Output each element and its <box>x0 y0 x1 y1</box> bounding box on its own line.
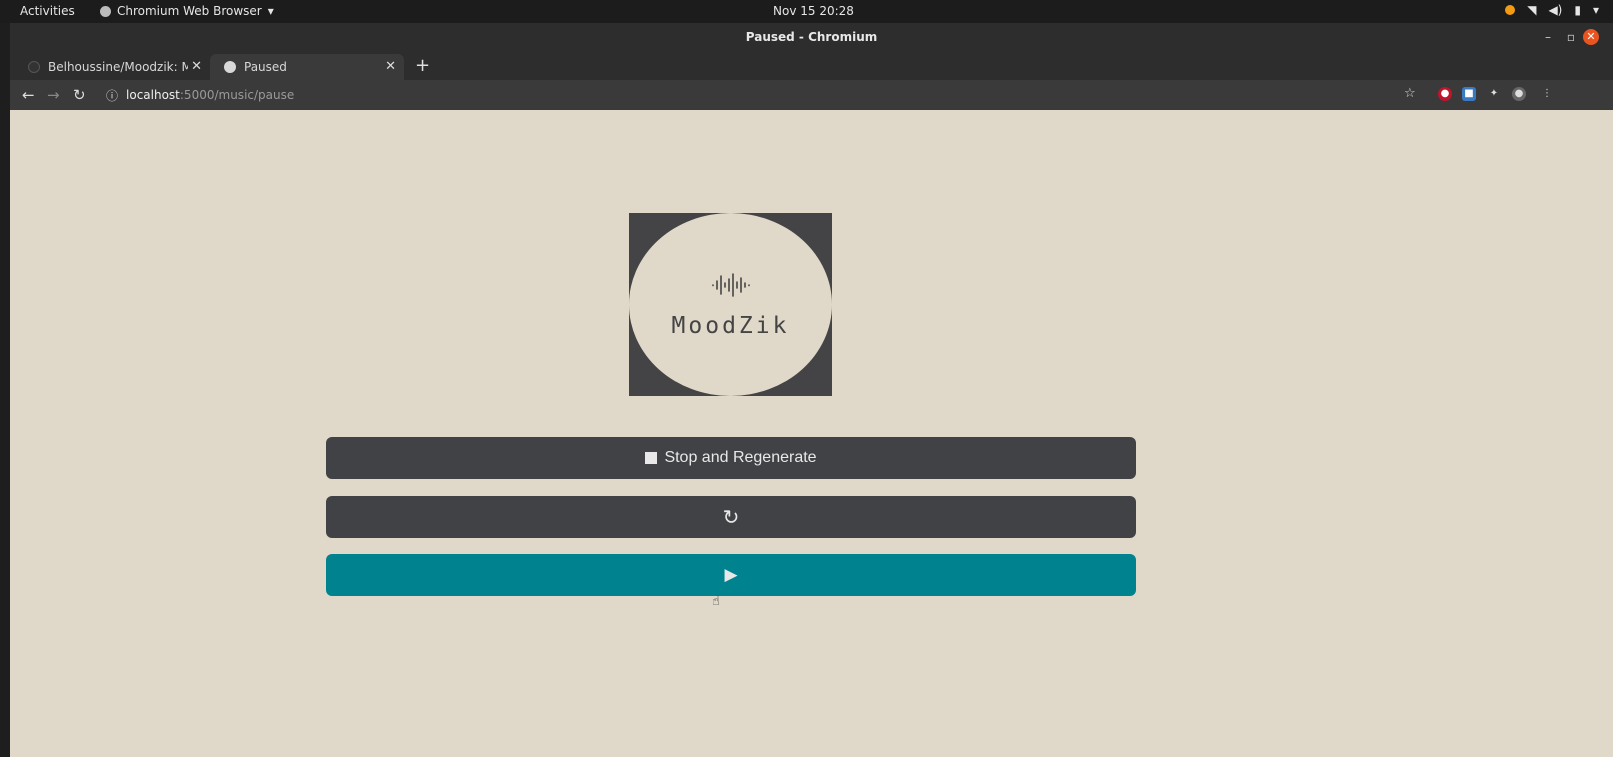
browser-window: Paused - Chromium – ▫ ✕ Belhoussine/Mood… <box>10 23 1613 757</box>
system-tray[interactable]: ◥ ◀) ▮ ▾ <box>1505 3 1599 17</box>
browser-toolbar: ← → ↻ ⓘ localhost :5000/music/pause ☆ ● … <box>10 80 1613 110</box>
tab-paused[interactable]: Paused ✕ <box>210 54 404 80</box>
stop-icon <box>645 452 658 464</box>
url-host: localhost <box>126 88 180 102</box>
tab-close-icon[interactable]: ✕ <box>385 59 396 74</box>
app-menu-label: Chromium Web Browser <box>117 4 262 18</box>
notification-icon[interactable] <box>1505 5 1516 15</box>
logo-disc <box>629 213 832 396</box>
refresh-icon: ↻ <box>722 506 740 529</box>
tab-close-icon[interactable]: ✕ <box>191 59 202 74</box>
page-viewport: MoodZik Stop and Regenerate ↻ ▶ ☝ <box>10 110 1566 757</box>
volume-icon[interactable]: ◀) <box>1548 3 1562 17</box>
close-button[interactable]: ✕ <box>1583 29 1599 45</box>
profile-avatar-icon[interactable]: ● <box>1512 87 1526 101</box>
moodzik-logo: MoodZik <box>629 213 832 396</box>
info-icon[interactable]: ⓘ <box>106 87 118 104</box>
chevron-down-icon[interactable]: ▾ <box>1593 3 1599 17</box>
play-button[interactable]: ▶ <box>326 554 1136 596</box>
back-icon[interactable]: ← <box>22 86 35 104</box>
address-bar[interactable]: ⓘ localhost :5000/music/pause <box>106 85 294 105</box>
sound-wave-icon <box>712 273 750 297</box>
tab-github[interactable]: Belhoussine/Moodzik: M ✕ <box>14 54 210 80</box>
kebab-menu-icon[interactable]: ⋮ <box>1540 87 1554 101</box>
title-bar: Paused - Chromium – ▫ ✕ <box>10 23 1613 52</box>
battery-icon[interactable]: ▮ <box>1574 3 1581 17</box>
window-title: Paused - Chromium <box>745 30 878 44</box>
app-menu[interactable]: Chromium Web Browser ▾ <box>100 4 274 18</box>
reload-icon[interactable]: ↻ <box>73 86 86 104</box>
logo-wordmark: MoodZik <box>671 313 790 339</box>
globe-icon <box>224 61 236 73</box>
new-tab-button[interactable]: + <box>415 54 430 78</box>
maximize-button[interactable]: ▫ <box>1567 23 1575 52</box>
minimize-button[interactable]: – <box>1545 23 1551 52</box>
system-top-bar: Activities Chromium Web Browser ▾ Nov 15… <box>0 0 1613 23</box>
url-path: :5000/music/pause <box>179 88 295 102</box>
chevron-down-icon: ▾ <box>267 4 274 18</box>
tab-label: Paused <box>244 60 287 74</box>
wifi-icon[interactable]: ◥ <box>1527 3 1536 17</box>
forward-icon[interactable]: → <box>47 86 60 104</box>
page-gutter <box>1566 110 1613 757</box>
bookmark-star-icon[interactable]: ☆ <box>1404 86 1416 101</box>
hand-cursor-icon: ☝ <box>712 594 720 609</box>
stop-and-regenerate-label: Stop and Regenerate <box>664 449 817 466</box>
chromium-icon <box>100 5 111 17</box>
tab-strip: Belhoussine/Moodzik: M ✕ Paused ✕ + <box>10 52 1613 80</box>
tab-label: Belhoussine/Moodzik: M <box>48 60 188 74</box>
stop-and-regenerate-button[interactable]: Stop and Regenerate <box>326 437 1136 479</box>
extension-blue-icon[interactable]: ■ <box>1462 87 1476 101</box>
clock[interactable]: Nov 15 20:28 <box>773 4 854 18</box>
github-icon <box>28 61 40 73</box>
play-icon: ▶ <box>724 565 738 584</box>
extension-red-icon[interactable]: ● <box>1438 87 1452 101</box>
activities-button[interactable]: Activities <box>20 4 75 18</box>
puzzle-extensions-icon[interactable]: ✦ <box>1487 87 1501 101</box>
regenerate-button[interactable]: ↻ <box>326 496 1136 538</box>
